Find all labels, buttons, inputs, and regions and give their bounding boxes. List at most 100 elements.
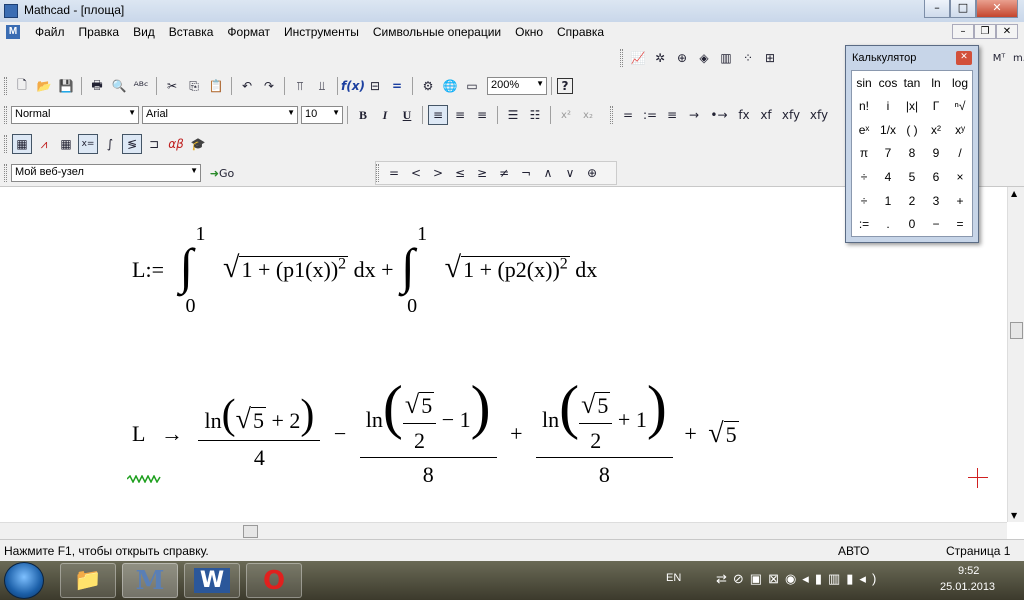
bar-plot-icon[interactable]: ▥: [716, 48, 736, 68]
vector-field-icon[interactable]: ⊞: [760, 48, 780, 68]
doc-close-button[interactable]: ✕: [996, 24, 1018, 39]
document-icon[interactable]: M: [6, 25, 20, 39]
calc-key[interactable]: 1: [876, 189, 900, 213]
horizontal-scroll-thumb[interactable]: [243, 525, 258, 538]
programming-toolbar-icon[interactable]: ⊐: [144, 134, 164, 154]
bullets-icon[interactable]: ☰: [503, 105, 523, 125]
menu-symbolics[interactable]: Символьные операции: [366, 24, 508, 40]
calc-key[interactable]: 1/x: [876, 118, 900, 142]
calculator-toolbar-icon[interactable]: ▦: [12, 134, 32, 154]
calc-key[interactable]: :=: [852, 212, 876, 236]
align-top-icon[interactable]: ⫪: [290, 76, 310, 96]
calc-key[interactable]: 6: [924, 165, 948, 189]
eval-equals-button[interactable]: =: [618, 105, 638, 125]
symbolic-toolbar-icon[interactable]: 🎓: [188, 134, 208, 154]
copy-icon[interactable]: ⎘: [184, 76, 204, 96]
menu-edit[interactable]: Правка: [72, 24, 127, 40]
close-button[interactable]: ✕: [976, 0, 1018, 18]
italic-button[interactable]: I: [375, 105, 395, 125]
bool-equal-button[interactable]: =: [384, 163, 404, 183]
menu-file[interactable]: Файл: [28, 24, 72, 40]
bold-button[interactable]: B: [353, 105, 373, 125]
eval-infix-button[interactable]: xfy: [778, 105, 804, 125]
scatter-plot-icon[interactable]: ⁘: [738, 48, 758, 68]
calc-key[interactable]: n!: [852, 95, 876, 119]
resource-center-icon[interactable]: 🌐: [440, 76, 460, 96]
start-button[interactable]: [4, 562, 44, 599]
calc-key[interactable]: 8: [900, 142, 924, 166]
calc-key[interactable]: tan: [900, 71, 924, 95]
subscript-icon[interactable]: x₂: [578, 105, 598, 125]
taskbar-explorer-button[interactable]: 📁: [60, 563, 116, 598]
vertical-scrollbar[interactable]: ▲ ▼: [1007, 187, 1024, 522]
eval-treefix-button[interactable]: xfy: [806, 105, 832, 125]
bool-greater-button[interactable]: >: [428, 163, 448, 183]
scroll-up-arrow-icon[interactable]: ▲: [1011, 189, 1017, 198]
calc-key[interactable]: 5: [900, 165, 924, 189]
calc-key[interactable]: 0: [900, 212, 924, 236]
calc-key[interactable]: ×: [948, 165, 972, 189]
insert-component-icon[interactable]: ⚙: [418, 76, 438, 96]
calc-key[interactable]: ⁿ√: [948, 95, 972, 119]
calc-key[interactable]: +: [948, 189, 972, 213]
calc-key[interactable]: Γ: [924, 95, 948, 119]
insert-region-icon[interactable]: ▭: [462, 76, 482, 96]
menu-view[interactable]: Вид: [126, 24, 162, 40]
calc-key[interactable]: π: [852, 142, 876, 166]
graph-toolbar-icon[interactable]: ⩘: [34, 134, 54, 154]
bool-not-equal-button[interactable]: ≠: [494, 163, 514, 183]
eval-keyword-symbolic-button[interactable]: •→: [706, 105, 732, 125]
calculate-icon[interactable]: =: [387, 76, 407, 96]
calculator-close-icon[interactable]: ✕: [956, 51, 972, 65]
bool-less-equal-button[interactable]: ≤: [450, 163, 470, 183]
polar-plot-icon[interactable]: ✲: [650, 48, 670, 68]
insert-function-icon[interactable]: f(x): [341, 76, 365, 96]
eval-define-button[interactable]: :=: [640, 105, 660, 125]
open-folder-icon[interactable]: 📂: [34, 76, 54, 96]
redo-icon[interactable]: ↷: [259, 76, 279, 96]
calc-key[interactable]: i: [876, 95, 900, 119]
menu-help[interactable]: Справка: [550, 24, 611, 40]
calc-key[interactable]: =: [948, 212, 972, 236]
eval-prefix-button[interactable]: fx: [734, 105, 754, 125]
align-center-icon[interactable]: ≡: [450, 105, 470, 125]
matrix-toolbar-icon[interactable]: ▦: [56, 134, 76, 154]
calculus-toolbar-icon[interactable]: ∫: [100, 134, 120, 154]
undo-icon[interactable]: ↶: [237, 76, 257, 96]
bool-less-button[interactable]: <: [406, 163, 426, 183]
calc-key[interactable]: −: [924, 212, 948, 236]
save-icon[interactable]: 💾: [56, 76, 76, 96]
calc-key[interactable]: /: [948, 142, 972, 166]
eval-global-define-button[interactable]: ≡: [662, 105, 682, 125]
calc-key[interactable]: ÷: [852, 165, 876, 189]
xy-plot-icon[interactable]: 📈: [628, 48, 648, 68]
surface-plot-icon[interactable]: ⊕: [672, 48, 692, 68]
menu-format[interactable]: Формат: [220, 24, 277, 40]
print-icon[interactable]: 🖶: [87, 76, 107, 96]
cut-icon[interactable]: ✂: [162, 76, 182, 96]
calc-key[interactable]: |x|: [900, 95, 924, 119]
calc-key[interactable]: 7: [876, 142, 900, 166]
calc-key[interactable]: 2: [900, 189, 924, 213]
calc-key[interactable]: x²: [924, 118, 948, 142]
font-select[interactable]: Arial ▼: [142, 106, 298, 124]
doc-minimize-button[interactable]: –: [952, 24, 974, 39]
bool-xor-button[interactable]: ⊕: [582, 163, 602, 183]
calc-key[interactable]: eˣ: [852, 118, 876, 142]
vertical-scroll-thumb[interactable]: [1010, 322, 1023, 339]
clock-date[interactable]: 25.01.2013: [940, 581, 995, 593]
calc-key[interactable]: 3: [924, 189, 948, 213]
column-icon[interactable]: m..: [1011, 48, 1024, 68]
taskbar-opera-button[interactable]: O: [246, 563, 302, 598]
underline-button[interactable]: U: [397, 105, 417, 125]
zoom-select[interactable]: 200% ▼: [487, 77, 547, 95]
style-select[interactable]: Normal ▼: [11, 106, 139, 124]
calc-key[interactable]: 9: [924, 142, 948, 166]
bool-greater-equal-button[interactable]: ≥: [472, 163, 492, 183]
calc-key[interactable]: log: [948, 71, 972, 95]
calc-key[interactable]: ÷: [852, 189, 876, 213]
horizontal-scrollbar[interactable]: [0, 522, 1007, 539]
greek-toolbar-icon[interactable]: αβ: [166, 134, 186, 154]
taskbar-mathcad-button[interactable]: M: [122, 563, 178, 598]
calc-key[interactable]: ln: [924, 71, 948, 95]
